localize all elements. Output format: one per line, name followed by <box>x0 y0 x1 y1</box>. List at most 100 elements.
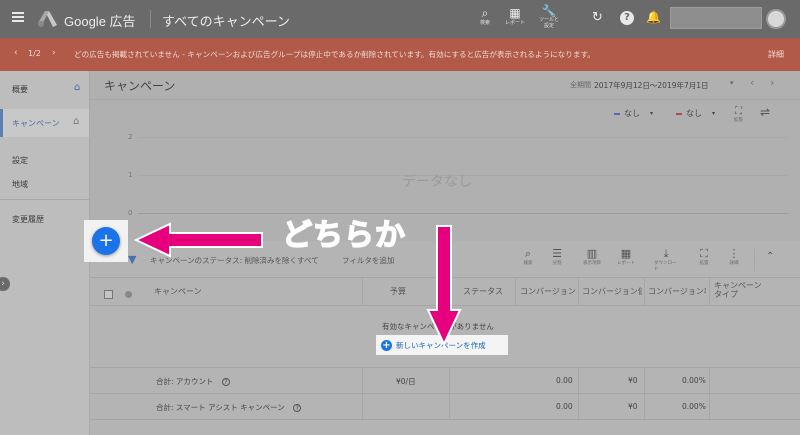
search-icon: ⌕ <box>481 6 489 20</box>
metric-color-swatch <box>676 112 682 115</box>
prev-alert-icon[interactable]: ‹ <box>14 48 18 58</box>
campaigns-heading: キャンペーン <box>104 79 176 93</box>
chart-gridline <box>138 137 788 138</box>
toolbar-search-button[interactable]: ⌕ 検索 <box>516 247 540 267</box>
toolbar-label: 詳細 <box>729 261 739 266</box>
report-icon: ▦ <box>620 247 632 260</box>
header-divider <box>150 10 151 28</box>
account-box[interactable] <box>670 7 762 29</box>
fullscreen-icon: ⛶ <box>735 106 742 117</box>
total-account-rate: 0.00% <box>682 376 706 385</box>
alert-counter: 1/2 <box>28 49 41 58</box>
tools-settings-button[interactable]: 🔧 ツールと設定 <box>532 5 566 29</box>
metric-selector-2[interactable]: なし ▾ <box>676 108 715 119</box>
add-campaign-fab[interactable]: + <box>92 227 120 255</box>
col-divider <box>449 367 450 419</box>
col-divider <box>709 367 710 419</box>
dropdown-icon: ▾ <box>650 110 654 117</box>
date-range-value[interactable]: 2017年9月12日〜2019年7月1日 <box>594 80 709 91</box>
col-campaign[interactable]: キャンペーン <box>154 286 202 297</box>
col-divider <box>515 277 516 305</box>
toolbar-segment-button[interactable]: ☰ 分割 <box>545 247 569 267</box>
total-smart-value: ¥0 <box>628 402 638 411</box>
toolbar-label: ダウンロード <box>654 261 677 272</box>
status-dot-header <box>125 291 132 298</box>
alert-details-link[interactable]: 詳細 <box>768 49 784 60</box>
plus-icon: + <box>98 230 114 251</box>
search-tool-label: 検索 <box>479 20 490 26</box>
chart-expand-button[interactable]: ⛶ 拡張 <box>734 106 743 123</box>
notification-bell-icon[interactable]: 🔔 <box>646 10 661 24</box>
total-account-label: 合計: アカウント ? <box>156 376 230 387</box>
chart-settings-icon[interactable]: ⇌ <box>760 105 770 119</box>
toolbar-label: 検索 <box>523 261 533 266</box>
segment-icon: ☰ <box>552 247 562 260</box>
sidebar-item-label: キャンペーン <box>12 119 60 128</box>
date-dropdown-icon[interactable]: ▾ <box>730 79 734 87</box>
add-circle-icon: + <box>381 339 392 351</box>
col-conversions[interactable]: コンバージョン <box>520 286 576 297</box>
next-alert-icon[interactable]: › <box>52 48 56 58</box>
metric-2-label: なし <box>686 109 702 118</box>
total-account-budget: ¥0/日 <box>396 377 416 386</box>
totals-mid <box>90 393 800 394</box>
search-tool-button[interactable]: ⌕ 検索 <box>472 7 498 26</box>
help-circle-icon[interactable]: ? <box>221 378 230 386</box>
totals-bottom <box>90 419 800 420</box>
sidebar-item-change-history[interactable]: 変更履歴 <box>12 214 44 225</box>
expand-label: 拡張 <box>734 118 743 123</box>
sidebar-divider <box>0 199 89 200</box>
col-conversion-rate[interactable]: コンバージョン率 <box>648 286 706 297</box>
top-bar: Google 広告 すべてのキャンペーン ⌕ 検索 ▦ レポート 🔧 ツールと設… <box>0 0 800 38</box>
sidebar-item-overview[interactable]: 概要 ⌂ <box>12 82 84 95</box>
sidebar-collapse-button[interactable]: › <box>0 277 10 291</box>
total-account-conversions: 0.00 <box>556 376 573 385</box>
annotation-text: どちらか <box>281 217 406 254</box>
sidebar-item-locations[interactable]: 地域 <box>12 179 28 190</box>
page-title: すべてのキャンペーン <box>162 15 290 30</box>
col-divider <box>709 277 710 305</box>
help-icon[interactable]: ? <box>620 11 634 25</box>
toolbar-reports-button[interactable]: ▦ レポート <box>614 247 638 267</box>
collapse-up-icon[interactable]: ⌃ <box>766 251 774 262</box>
no-data-label: データなし <box>402 174 472 190</box>
search-icon: ⌕ <box>524 247 532 260</box>
total-label: 合計: スマート アシスト キャンペーン <box>156 403 285 412</box>
chart-baseline <box>138 213 788 214</box>
toolbar-label: レポート <box>617 261 635 266</box>
report-tool-button[interactable]: ▦ レポート <box>502 7 528 26</box>
hamburger-menu-icon[interactable] <box>12 12 24 22</box>
wrench-icon: 🔧 <box>541 4 557 18</box>
col-conversion-value[interactable]: コンバージョン値 <box>582 286 642 297</box>
more-vert-icon: ⋮ <box>728 247 740 260</box>
avatar[interactable] <box>766 9 786 29</box>
report-icon: ▦ <box>509 6 521 20</box>
home-icon: ⌂ <box>73 116 80 127</box>
sidebar-item-settings[interactable]: 設定 <box>12 155 28 166</box>
sidebar-item-campaigns[interactable]: キャンペーン ⌂ <box>0 109 89 137</box>
toolbar-download-button[interactable]: ⤓ ダウンロード <box>654 248 678 273</box>
col-campaign-type[interactable]: キャンペーン タイプ <box>714 281 764 299</box>
col-divider <box>644 277 645 305</box>
chart-tick-2: 2 <box>128 133 133 141</box>
col-budget[interactable]: 予算 <box>390 286 406 297</box>
toolbar-more-button[interactable]: ⋮ 詳細 <box>722 247 746 267</box>
annotation-left-arrow <box>134 222 263 258</box>
select-all-checkbox[interactable] <box>104 290 113 299</box>
total-smart-rate: 0.00% <box>682 402 706 411</box>
help-circle-icon[interactable]: ? <box>293 404 302 412</box>
date-next-icon[interactable]: › <box>770 76 774 89</box>
date-prev-icon[interactable]: ‹ <box>750 76 754 89</box>
totals-top <box>90 367 800 368</box>
total-account-value: ¥0 <box>628 376 638 385</box>
toolbar-expand-button[interactable]: ⛶ 拡張 <box>692 248 716 267</box>
chart-tick-0: 0 <box>128 209 133 217</box>
toolbar-columns-button[interactable]: ▥ 表示項目 <box>580 247 604 267</box>
refresh-icon[interactable]: ↻ <box>592 10 603 25</box>
add-filter-link[interactable]: フィルタを追加 <box>342 255 394 266</box>
col-divider <box>578 367 579 419</box>
total-label: 合計: アカウント <box>156 377 214 386</box>
columns-icon: ▥ <box>586 247 598 260</box>
alert-message: どの広告も掲載されていません - キャンペーンおよび広告グループは停止中であるか… <box>74 50 595 59</box>
metric-selector-1[interactable]: なし ▾ <box>614 108 653 119</box>
